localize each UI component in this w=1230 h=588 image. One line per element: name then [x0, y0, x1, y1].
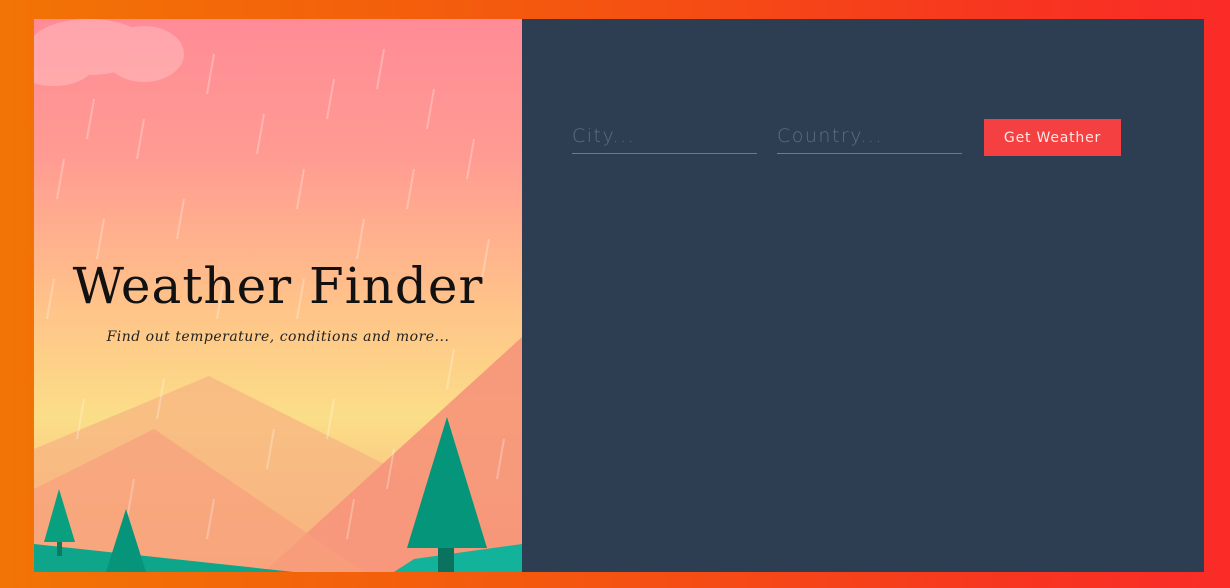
cloud-icon — [34, 19, 184, 86]
app-frame: Weather Finder Find out temperature, con… — [34, 19, 1204, 572]
weather-form: Get Weather — [572, 119, 1121, 156]
hero-illustration: Weather Finder Find out temperature, con… — [34, 19, 522, 572]
app-title: Weather Finder — [72, 257, 484, 315]
app-subtitle: Find out temperature, conditions and mor… — [106, 329, 450, 345]
country-input[interactable] — [777, 119, 962, 154]
form-panel: Get Weather — [522, 19, 1204, 572]
get-weather-button[interactable]: Get Weather — [984, 119, 1121, 156]
city-input[interactable] — [572, 119, 757, 154]
